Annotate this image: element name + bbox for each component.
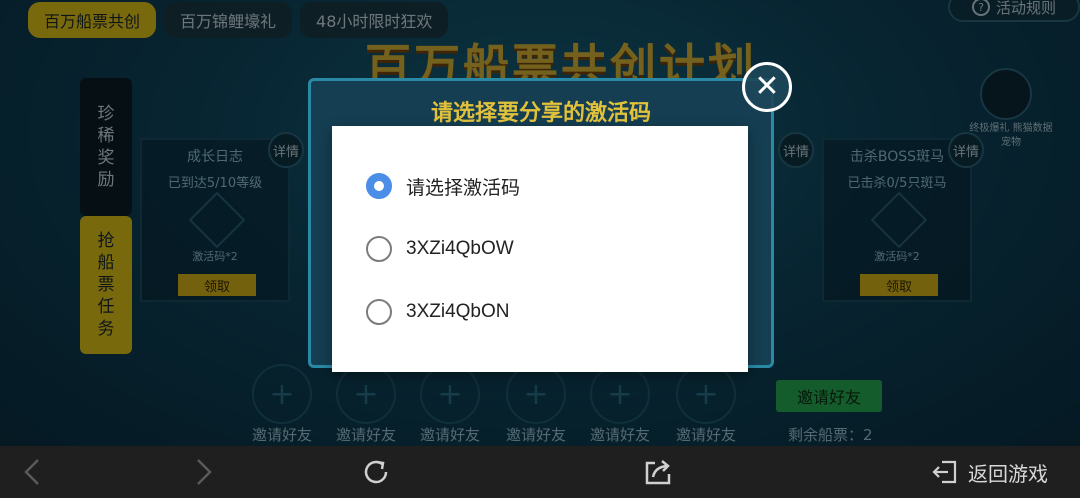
refresh-icon[interactable] (360, 456, 392, 488)
share-icon[interactable] (642, 456, 674, 488)
radio-unchecked-icon[interactable] (366, 236, 392, 262)
radio-checked-icon[interactable] (366, 173, 392, 199)
option-label: 3XZi4QbOW (406, 238, 514, 259)
option-label: 3XZi4QbON (406, 301, 510, 322)
bottom-browser-bar: 返回游戏 (0, 446, 1080, 498)
close-icon[interactable]: ✕ (742, 62, 792, 112)
option-label: 请选择激活码 (406, 177, 521, 199)
share-panel-title: 请选择要分享的激活码 (430, 101, 651, 126)
option-placeholder[interactable]: 请选择激活码 (366, 166, 520, 206)
back-to-game-button[interactable]: 返回游戏 (930, 456, 1048, 488)
radio-unchecked-icon[interactable] (366, 299, 392, 325)
back-arrow-icon[interactable] (16, 456, 48, 488)
option-code-1[interactable]: 3XZi4QbOW (366, 229, 514, 269)
forward-arrow-icon[interactable] (188, 456, 220, 488)
back-to-game-label: 返回游戏 (968, 461, 1048, 486)
exit-icon (932, 460, 957, 484)
activation-code-choice-dialog: 请选择激活码 3XZi4QbOW 3XZi4QbON (332, 126, 748, 372)
option-code-2[interactable]: 3XZi4QbON (366, 292, 509, 332)
